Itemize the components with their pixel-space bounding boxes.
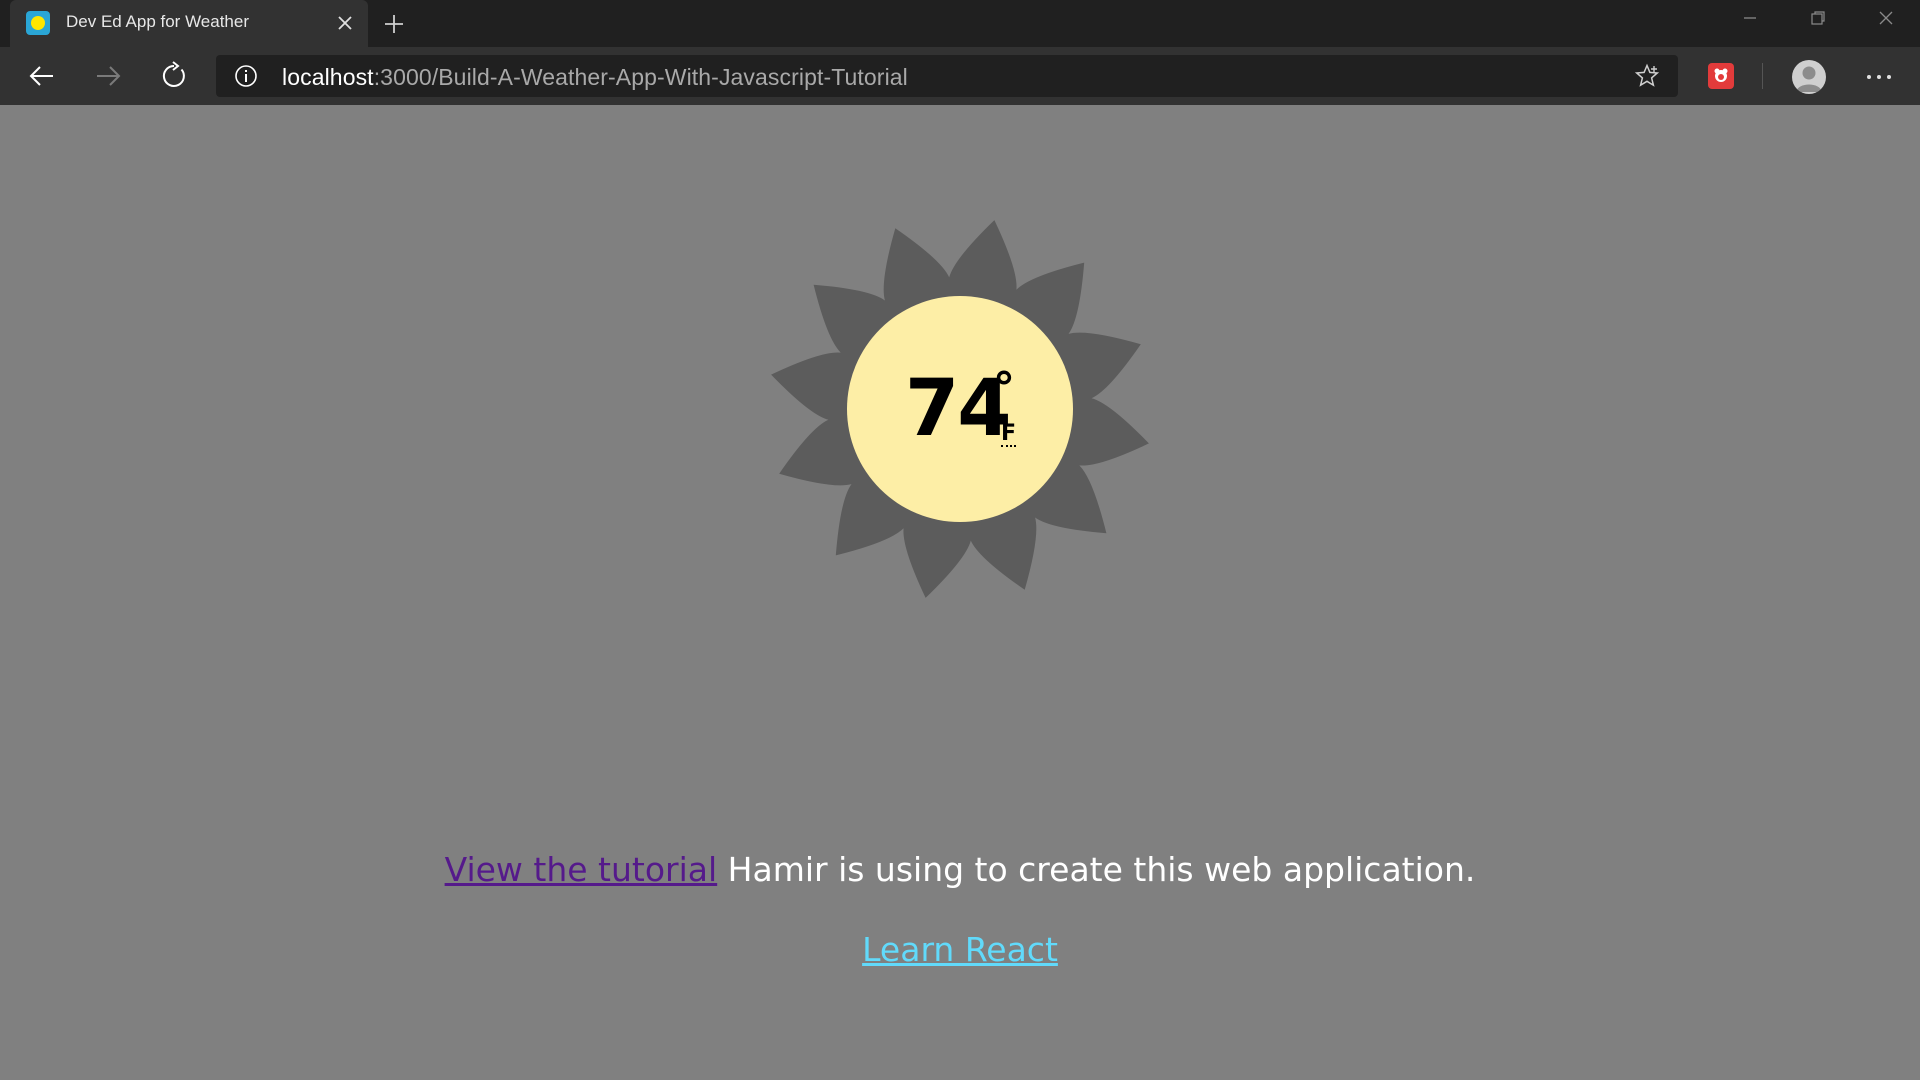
ellipsis-icon[interactable] [1862,60,1896,94]
weather-sun: 74 ° F [760,215,1160,615]
window-controls [1716,0,1920,36]
toolbar-divider [1762,63,1763,89]
avatar-icon[interactable] [1792,60,1826,94]
reload-icon[interactable] [156,58,192,94]
arrow-left-icon[interactable] [24,58,60,94]
tutorial-sentence: View the tutorial Hamir is using to crea… [0,850,1920,889]
browser-toolbar: localhost:3000/Build-A-Weather-App-With-… [0,47,1920,105]
minimize-icon[interactable] [1716,0,1784,36]
url-text[interactable]: localhost:3000/Build-A-Weather-App-With-… [282,64,908,91]
close-window-icon[interactable] [1852,0,1920,36]
view-tutorial-link[interactable]: View the tutorial [445,850,718,889]
arrow-right-icon[interactable] [90,58,126,94]
extension-icon[interactable] [1708,63,1734,89]
close-tab-icon[interactable] [334,12,356,34]
star-icon[interactable] [1634,63,1660,89]
tab-bar: Dev Ed App for Weather [0,0,1920,47]
degree-symbol: ° [993,363,1015,414]
new-tab-icon[interactable] [380,10,408,38]
url-host: localhost [282,64,374,90]
learn-react: Learn React [0,930,1920,969]
info-icon[interactable] [234,64,258,88]
learn-react-link[interactable]: Learn React [862,930,1058,969]
address-bar[interactable]: localhost:3000/Build-A-Weather-App-With-… [216,55,1678,97]
tutorial-text: Hamir is using to create this web applic… [717,850,1476,889]
tab-title: Dev Ed App for Weather [66,12,250,31]
sun-favicon-icon [26,11,50,35]
restore-icon[interactable] [1784,0,1852,36]
temperature-unit[interactable]: F [1001,423,1017,447]
url-path: :3000/Build-A-Weather-App-With-Javascrip… [373,64,908,90]
browser-tab[interactable]: Dev Ed App for Weather [10,0,368,47]
page-content: 74 ° F View the tutorial Hamir is using … [0,105,1920,1080]
